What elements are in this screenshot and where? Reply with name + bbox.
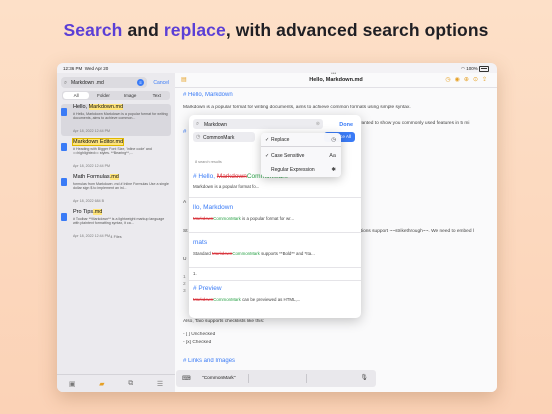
result-snippet: # Toolbar **Markdown** is a lightweight … [73,217,165,226]
doc-intro: Markdown is a popular format for writing… [183,105,411,110]
battery-percent: 100% [466,66,478,71]
document-icon [61,108,67,116]
result-snippet: # Heading with Bigger Font Size, 'inline… [73,147,152,156]
result-title: Hello, Markdown.md [73,104,124,110]
match-item[interactable]: # Preview MarkdownCommonMark can be prev… [193,285,359,302]
sidebar-search-row: ⌕ Markdown .md ≡ Cancel [61,77,171,88]
headline-rest: , with advanced search options [225,20,489,40]
match-item[interactable]: mats Standard MarkdownCommonMark support… [193,239,359,256]
doc-fragment: wanted to show you commonly used feature… [358,121,470,126]
menu-item-replace[interactable]: ✓ Replace ◷ [261,134,341,145]
done-button[interactable]: Done [339,122,353,128]
find-row: ⌕ Markdown ⊗ Done [193,119,359,129]
filter-folder[interactable]: Folder [90,91,117,100]
doc-fragment: ations support ~~strikethrough~~. We nee… [358,229,474,234]
share-icon[interactable]: ⇪ [482,77,491,83]
result-date: Apr 18, 2022 12:44 PM [73,164,110,168]
status-time: 12:36 PM [63,66,83,71]
sidebar: ⌕ Markdown .md ≡ Cancel All Folder Image… [57,73,176,392]
headline-replace: replace [163,20,226,40]
sidebar-search-field[interactable]: ⌕ Markdown .md ≡ [61,77,147,88]
sidebar-toolbar: ▣ ▰ ⧉ ☰ [57,374,175,392]
menu-item-regex[interactable]: Regular Expression ✱ [261,164,341,175]
search-result-item[interactable]: Math Formulas.md formulas from Markdown … [61,174,171,206]
battery-icon [479,66,489,72]
ipad-screen: 12:36 PM Wed Apr 20 ◠ 100% ⌕ Markdown .m… [57,63,497,392]
result-snippet: formulas from Markdown .md # Inline Form… [73,182,169,191]
actions-icon[interactable]: ⧉ [128,380,133,388]
filter-image[interactable]: Image [117,91,144,100]
microphone-icon[interactable]: 🎙 [360,374,368,381]
document-icon [61,213,67,221]
keyboard-icon[interactable]: ⌨ [182,375,191,382]
find-field[interactable]: ⌕ Markdown ⊗ [193,119,323,129]
match-item[interactable]: 1. [193,271,359,276]
doc-checklist-item[interactable]: - [x] Checked [183,340,493,346]
result-title: Math Formulas.md [73,174,119,180]
more-icon[interactable]: ⊙ [473,77,482,83]
filter-segmented-control: All Folder Image Text [62,91,170,100]
search-icon: ⌕ [196,121,200,127]
document-icon [61,178,67,186]
clipboard-icon[interactable]: ☰ [157,380,163,388]
editor-toolbar-icons: ◷◉⊕⊙⇪ [445,76,491,83]
menu-item-case-sensitive[interactable]: ✓ Case Sensitive Aa [261,150,341,161]
headline-search: Search [63,20,123,40]
add-icon[interactable]: ⊕ [464,77,473,83]
sidebar-search-input[interactable]: Markdown .md [71,80,104,86]
folder-icon[interactable]: ▰ [99,380,104,388]
status-date: Wed Apr 20 [84,66,109,71]
search-icon: ⌕ [64,79,68,86]
match-item[interactable]: llo, Markdown MarkdownCommonMark is a po… [193,204,359,221]
doc-heading: # Hello, Markdown [183,92,233,98]
suggestion[interactable]: "CommonMark" [202,376,236,381]
result-date: Apr 18, 2022 12:44 PM [73,129,110,133]
files-count: 4 Files [110,235,122,239]
result-title: Pro Tips.md [73,209,103,215]
divider [189,232,361,233]
asterisk-icon: ✱ [331,166,336,173]
search-result-item[interactable]: Markdown Editor.md # Heading with Bigger… [61,138,171,171]
document-icon [61,143,67,151]
clear-icon[interactable]: ⊗ [316,121,320,127]
find-input[interactable]: Markdown [204,122,227,128]
result-count: 8 search results [195,160,222,164]
replace-options-icon[interactable]: ◷ [196,134,200,140]
headline-and: and [122,20,164,40]
result-title: Markdown Editor.md [71,138,125,146]
cancel-button[interactable]: Cancel [153,80,169,86]
wifi-icon: ◠ [461,66,465,71]
replace-icon: ◷ [331,136,336,143]
checkmark-icon: ✓ [265,137,270,143]
doc-checklist-item[interactable]: - [ ] Unchecked [183,332,493,338]
case-icon: Aa [329,152,336,159]
inbox-icon[interactable]: ▣ [69,380,76,388]
keyboard-suggestion-bar: ⌨ "CommonMark" 🎙 [176,370,376,387]
divider [189,280,361,281]
filter-text[interactable]: Text [143,91,170,100]
menu-divider [261,146,341,147]
status-bar: 12:36 PM Wed Apr 20 ◠ 100% [57,63,497,73]
doc-checklist-intro: Also, Taio supports checklists like this… [183,319,265,324]
result-date: Apr 18, 2022 684 B [73,199,104,203]
result-snippet: # Hello, Markdown Markdown is a popular … [73,112,168,121]
divider [306,374,307,383]
divider [189,197,361,198]
editor-nav-bar: ▤ ••• Hello, Markdown.md ◷◉⊕⊙⇪ [175,71,497,88]
replace-field[interactable]: ◷ CommonMark [193,132,255,142]
divider [248,374,249,383]
preview-icon[interactable]: ◉ [455,77,464,83]
replace-input[interactable]: CommonMark [203,135,234,141]
filter-all[interactable]: All [62,91,90,100]
search-options-menu: ✓ Replace ◷ ✓ Case Sensitive Aa Regular … [261,133,341,177]
checkmark-icon: ✓ [265,153,270,159]
divider [189,267,361,268]
filter-options-icon[interactable]: ≡ [137,78,144,86]
doc-heading-links: # Links and Images [183,358,236,364]
edit-icon[interactable]: ◷ [445,77,454,83]
search-result-item[interactable]: Hello, Markdown.md # Hello, Markdown Mar… [61,104,171,136]
headline: Search and replace, with advanced search… [0,20,552,41]
